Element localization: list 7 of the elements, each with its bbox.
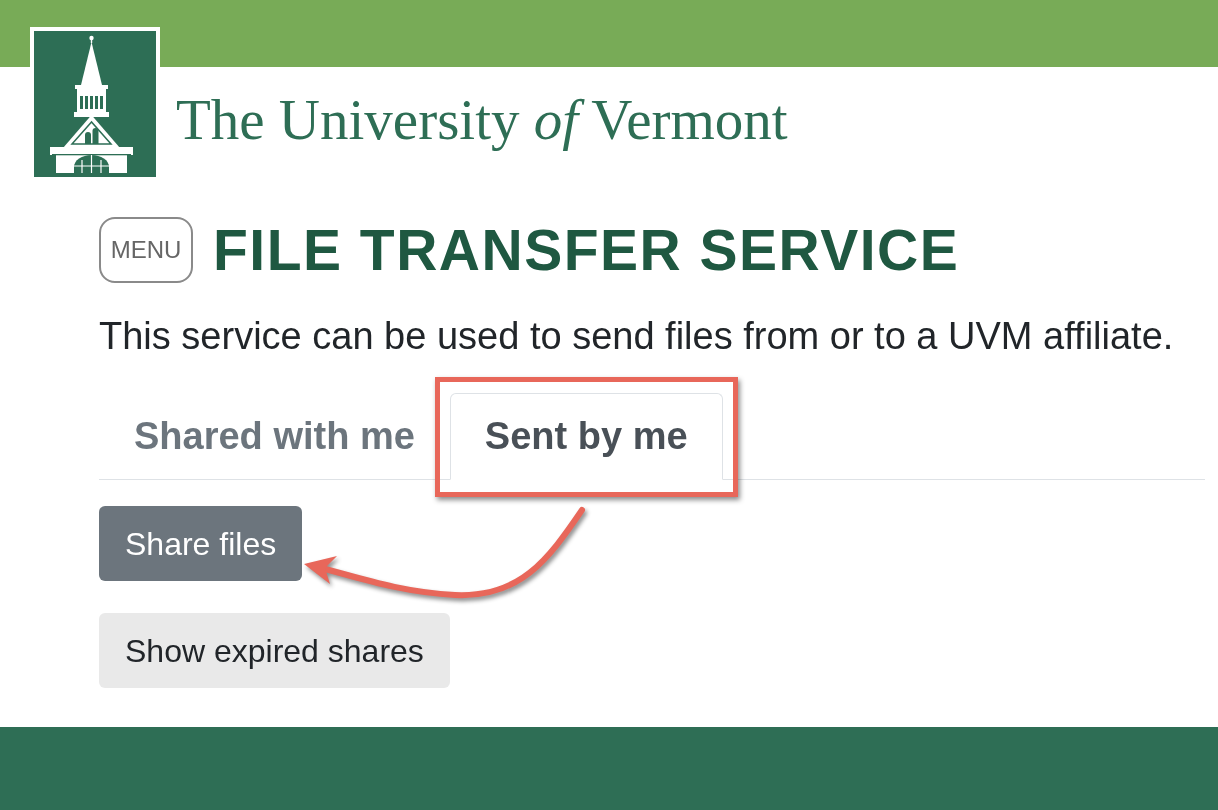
share-files-button[interactable]: Share files xyxy=(99,506,303,581)
menu-button[interactable]: MENU xyxy=(99,217,193,283)
page-title: FILE TRANSFER SERVICE xyxy=(213,221,960,279)
tab[interactable]: Shared with me xyxy=(99,393,450,480)
service-description: This service can be used to send files from or to a UVM affiliate. xyxy=(99,317,1174,355)
tab[interactable]: Sent by me xyxy=(449,393,723,480)
expired-shares-button[interactable]: Show expired shares xyxy=(99,613,450,688)
